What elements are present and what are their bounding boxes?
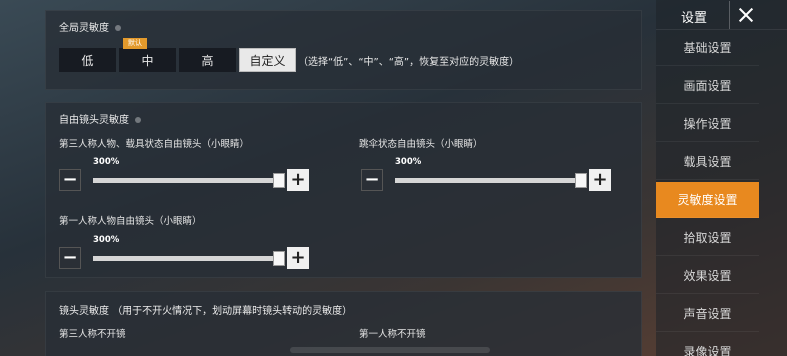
free-camera-panel: 自由镜头灵敏度 第三人称人物、载具状态自由镜头（小眼睛） − 300% + 跳伞… <box>45 102 642 278</box>
sidebar-item-sound[interactable]: 声音设置 <box>656 296 759 332</box>
decrease-button[interactable]: − <box>361 169 383 191</box>
parachute-label: 跳伞状态自由镜头（小眼睛） <box>359 139 483 150</box>
scroll-indicator <box>290 347 490 353</box>
preset-medium-button[interactable]: 默认 中 <box>119 38 176 72</box>
first-person-slider: − 300% + <box>59 235 309 277</box>
preset-note: （选择“低”、“中”、“高”，恢复至对应的灵敏度） <box>298 57 520 68</box>
sidebar-item-basic[interactable]: 基础设置 <box>656 30 759 66</box>
slider-value: 300% <box>93 157 120 167</box>
sidebar-item-controls[interactable]: 操作设置 <box>656 106 759 142</box>
free-camera-title: 自由镜头灵敏度 <box>59 111 141 126</box>
sidebar-item-effects[interactable]: 效果设置 <box>656 258 759 294</box>
slider-thumb[interactable] <box>273 251 285 266</box>
slider-value: 300% <box>395 157 422 167</box>
camera-sensitivity-title: 镜头灵敏度 （用于不开火情况下，划动屏幕时镜头转动的灵敏度） <box>59 306 353 317</box>
preset-custom-button[interactable]: 自定义 <box>239 48 296 72</box>
increase-button[interactable]: + <box>287 247 309 269</box>
slider-track[interactable] <box>93 251 285 266</box>
sidebar-header: 设置 <box>656 0 787 30</box>
global-sensitivity-title: 全局灵敏度 <box>59 19 121 34</box>
slider-thumb[interactable] <box>575 173 587 188</box>
default-badge: 默认 <box>123 38 147 49</box>
slider-track[interactable] <box>395 173 587 188</box>
settings-title: 设置 <box>681 11 708 26</box>
sidebar-item-recording[interactable]: 录像设置 <box>656 334 759 356</box>
slider-thumb[interactable] <box>273 173 285 188</box>
preset-low-button[interactable]: 低 <box>59 48 116 72</box>
global-sensitivity-panel: 全局灵敏度 低 默认 中 高 自定义 （选择“低”、“中”、“高”，恢复至对应的… <box>45 10 642 90</box>
sidebar-item-graphics[interactable]: 画面设置 <box>656 68 759 104</box>
sidebar-item-pickup[interactable]: 拾取设置 <box>656 220 759 256</box>
sensitivity-preset-group: 低 默认 中 高 自定义 <box>59 38 296 72</box>
third-person-slider: − 300% + <box>59 157 309 199</box>
preset-high-button[interactable]: 高 <box>179 48 236 72</box>
third-person-label: 第三人称人物、载具状态自由镜头（小眼睛） <box>59 139 250 150</box>
increase-button[interactable]: + <box>589 169 611 191</box>
info-icon[interactable] <box>135 117 141 123</box>
decrease-button[interactable]: − <box>59 169 81 191</box>
close-icon[interactable] <box>729 1 759 29</box>
increase-button[interactable]: + <box>287 169 309 191</box>
slider-value: 300% <box>93 235 120 245</box>
settings-sidebar: 设置 基础设置 画面设置 操作设置 载具设置 灵敏度设置 拾取设置 效果设置 声… <box>656 0 787 356</box>
third-person-no-scope-label: 第三人称不开镜 <box>59 329 126 340</box>
first-person-label: 第一人称人物自由镜头（小眼睛） <box>59 216 202 227</box>
sidebar-item-sensitivity[interactable]: 灵敏度设置 <box>656 182 759 218</box>
first-person-no-scope-label: 第一人称不开镜 <box>359 329 426 340</box>
info-icon[interactable] <box>115 25 121 31</box>
sidebar-item-vehicle[interactable]: 载具设置 <box>656 144 759 180</box>
slider-track[interactable] <box>93 173 285 188</box>
decrease-button[interactable]: − <box>59 247 81 269</box>
camera-sensitivity-note: （用于不开火情况下，划动屏幕时镜头转动的灵敏度） <box>112 306 353 317</box>
parachute-slider: − 300% + <box>361 157 611 199</box>
